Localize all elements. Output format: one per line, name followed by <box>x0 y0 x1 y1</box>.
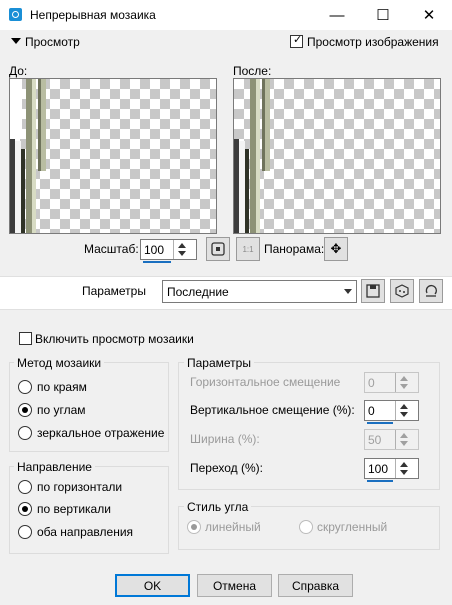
maximize-button[interactable]: ☐ <box>360 0 406 30</box>
direction-radio-both[interactable] <box>18 525 32 539</box>
zoom-label: Масштаб: <box>84 242 139 256</box>
zoom-fit-button[interactable] <box>206 237 230 261</box>
transition-spin-arrows-icon[interactable] <box>395 459 418 478</box>
transition-value: 100 <box>368 462 389 476</box>
reset-button[interactable] <box>419 279 443 303</box>
pan-button[interactable]: ✥ <box>324 237 348 261</box>
cancel-button[interactable]: Отмена <box>197 574 272 597</box>
collapse-arrow-icon[interactable] <box>11 38 21 44</box>
before-label: До: <box>9 64 28 78</box>
checkmark-icon: ✓ <box>293 34 303 46</box>
direction-title: Направление <box>14 460 95 474</box>
method-option-edges[interactable]: по краям <box>37 380 87 394</box>
chevron-down-icon[interactable] <box>341 281 356 302</box>
presets-label: Параметры <box>82 284 146 298</box>
method-radio-mirror[interactable] <box>18 426 32 440</box>
help-button[interactable]: Справка <box>278 574 353 597</box>
width-spin-arrows-icon[interactable] <box>395 430 418 449</box>
direction-option-horizontal[interactable]: по горизонтали <box>37 480 122 494</box>
direction-option-vertical[interactable]: по вертикали <box>37 502 111 516</box>
floppy-disk-icon <box>366 284 380 298</box>
v-offset-value: 0 <box>368 404 375 418</box>
corner-style-title: Стиль угла <box>184 500 252 514</box>
reset-icon <box>425 284 438 297</box>
method-radio-edges[interactable] <box>18 380 32 394</box>
direction-option-both[interactable]: оба направления <box>37 525 133 539</box>
actual-size-button[interactable]: 1:1 <box>236 237 260 261</box>
width-label: Ширина (%): <box>190 432 260 446</box>
ok-button[interactable]: OK <box>115 574 190 597</box>
v-offset-spin-arrows-icon[interactable] <box>395 401 418 420</box>
v-offset-label: Вертикальное смещение (%): <box>190 403 355 417</box>
title-bar: Непрерывная мозаика — ☐ ✕ <box>0 0 452 30</box>
transition-label: Переход (%): <box>190 461 263 475</box>
after-preview[interactable] <box>233 78 441 234</box>
show-preview-checkbox[interactable]: ✓ <box>290 35 303 48</box>
v-offset-spinner[interactable]: 0 <box>364 400 419 424</box>
pan-label: Панорама: <box>264 242 325 256</box>
method-option-mirror[interactable]: зеркальное отражение <box>37 426 164 440</box>
width-value: 50 <box>368 433 382 447</box>
zoom-spinner[interactable]: 100 <box>140 239 197 263</box>
corner-option-linear[interactable]: линейный <box>205 520 261 534</box>
dice-icon <box>395 284 409 298</box>
randomize-button[interactable] <box>390 279 414 303</box>
direction-radio-horizontal[interactable] <box>18 480 32 494</box>
parameters-title: Параметры <box>184 356 254 370</box>
tiling-method-title: Метод мозаики <box>14 356 105 370</box>
presets-value: Последние <box>167 285 229 299</box>
corner-radio-linear[interactable] <box>187 520 201 534</box>
minimize-button[interactable]: — <box>314 0 360 30</box>
tile-preview-checkbox[interactable] <box>19 332 32 345</box>
save-preset-button[interactable] <box>361 279 385 303</box>
h-offset-spinner[interactable]: 0 <box>364 372 419 393</box>
h-offset-label: Горизонтальное смещение <box>190 375 341 389</box>
window-title: Непрерывная мозаика <box>30 8 156 22</box>
before-preview[interactable] <box>9 78 217 234</box>
fit-window-icon <box>211 242 225 256</box>
app-icon <box>9 8 22 21</box>
h-offset-value: 0 <box>368 376 375 390</box>
width-spinner[interactable]: 50 <box>364 429 419 450</box>
method-option-corners[interactable]: по углам <box>37 403 86 417</box>
close-button[interactable]: ✕ <box>406 0 452 30</box>
preview-section-label[interactable]: Просмотр <box>25 35 80 49</box>
corner-option-rounded[interactable]: скругленный <box>317 520 387 534</box>
transition-spinner[interactable]: 100 <box>364 458 419 482</box>
corner-radio-rounded[interactable] <box>299 520 313 534</box>
h-offset-spin-arrows-icon[interactable] <box>395 373 418 392</box>
move-arrows-icon: ✥ <box>330 241 342 256</box>
presets-dropdown[interactable]: Последние <box>162 280 357 303</box>
show-preview-label: Просмотр изображения <box>307 35 439 49</box>
tile-preview-label: Включить просмотр мозаики <box>35 332 194 346</box>
zoom-spin-arrows-icon[interactable] <box>173 240 196 259</box>
method-radio-corners[interactable] <box>18 403 32 417</box>
after-label: После: <box>233 64 272 78</box>
zoom-value: 100 <box>144 243 165 257</box>
direction-radio-vertical[interactable] <box>18 502 32 516</box>
